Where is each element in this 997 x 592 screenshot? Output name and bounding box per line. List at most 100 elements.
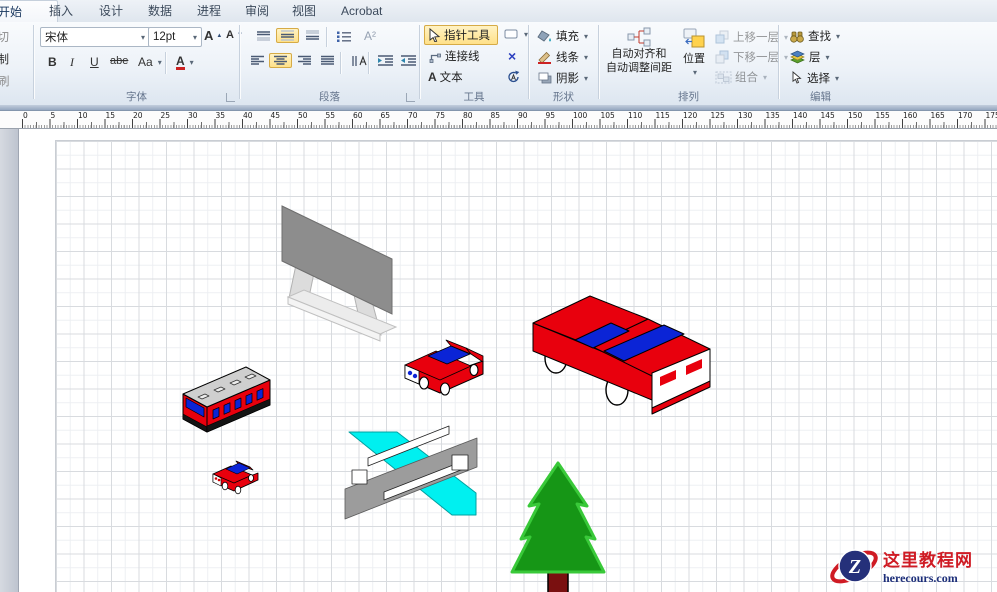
connector-button[interactable]: 连接线 [424,46,484,66]
position-label: 位置 [683,50,705,66]
line-button[interactable]: 线条 ▾ [533,47,592,67]
tab-review[interactable]: 审阅 [234,0,280,22]
ruler-label: 115 [656,111,670,120]
auto-align-label-2: 自动调整间距 [606,62,672,75]
align-justify-button[interactable] [316,53,339,68]
format-painter-button[interactable]: 格式刷 [0,71,14,91]
tab-view[interactable]: 视图 [281,0,327,22]
ruler-label: 170 [958,111,972,120]
chevron-down-icon: ▾ [826,53,830,62]
site-watermark: Z 这里教程网 herecours.com [827,541,995,591]
text-tool-button[interactable]: A 文本 [424,67,467,87]
paragraph-dialog-launcher[interactable] [406,93,415,102]
visio-window: 开始 插入 设计 数据 进程 审阅 视图 Acrobat 剪切 复制 格式刷 宋… [0,0,997,592]
delete-tool-button[interactable]: × [504,46,520,66]
bullet-list-button[interactable] [332,28,356,44]
connector-icon [428,49,442,63]
change-case-button[interactable]: Aa ▾ [134,53,166,71]
tab-design[interactable]: 设计 [88,0,134,22]
car-large-shape[interactable] [533,296,710,414]
align-right-button[interactable] [293,53,316,68]
strikethrough-button[interactable]: abe [106,53,132,69]
font-family-value: 宋体 [45,29,68,45]
chevron-down-icon: ▾ [836,32,840,41]
valign-top-button[interactable] [252,28,275,43]
send-backward-label: 下移一层 [733,49,779,65]
shape-group-label: 形状 [529,89,598,104]
group-editing: 查找 ▾ 层 ▾ 选择 ▾ 编辑 [779,22,862,105]
group-shapes-button[interactable]: 组合 ▾ [711,67,771,87]
group-tools: 指针工具 连接线 A 文本 ▾ × 工具 [420,22,528,105]
car-medium-shape[interactable] [405,340,483,395]
tab-insert[interactable]: 插入 [38,0,84,22]
group-arrange: 自动对齐和 自动调整间距 位置 ▾ 上移一层 ▾ 下移一层 ▾ 组合 ▾ [599,22,778,105]
ribbon: 剪切 复制 格式刷 宋体 ▾ 12pt ▾ A▲ A▼ B I U abe [0,22,997,105]
billboard-sign-shape[interactable] [282,206,396,341]
chevron-down-icon: ▾ [693,68,697,77]
valign-bottom-button[interactable] [301,28,324,43]
tab-acrobat[interactable]: Acrobat [330,0,393,22]
railroad-car-shape[interactable] [183,367,270,432]
font-family-combo[interactable]: 宋体 ▾ [40,27,150,47]
valign-middle-icon [280,30,295,41]
find-binoculars-icon [789,30,805,43]
pine-tree-shape[interactable] [512,463,604,592]
rotate-text-button[interactable] [502,67,525,86]
drawing-canvas[interactable]: Z 这里教程网 herecours.com [0,129,997,592]
ribbon-tab-bar: 开始 插入 设计 数据 进程 审阅 视图 Acrobat [0,0,997,23]
align-center-button[interactable] [269,53,292,68]
italic-button[interactable]: I [66,53,78,72]
select-button[interactable]: 选择 ▾ [785,68,843,88]
ruler-label: 105 [601,111,615,120]
ruler-label: 130 [738,111,752,120]
ruler-label: 45 [271,111,281,120]
ruler-label: 55 [326,111,336,120]
auto-align-button[interactable]: 自动对齐和 自动调整间距 [601,24,677,88]
auto-align-icon [626,27,652,47]
font-color-button[interactable]: A ▾ [172,53,198,72]
shadow-button[interactable]: 阴影 ▾ [533,68,592,88]
position-button[interactable]: 位置 ▾ [673,26,715,86]
bold-button[interactable]: B [44,53,61,71]
line-label: 线条 [556,49,579,65]
bullet-list-icon [336,30,352,42]
horizontal-ruler: 5051015202530354045505560657075808590951… [0,111,997,129]
valign-bottom-icon [305,30,320,41]
auto-align-label-1: 自动对齐和 [612,48,667,61]
ruler-label: 150 [848,111,862,120]
arrange-group-label: 排列 [599,89,778,104]
ruler-label: 80 [463,111,473,120]
font-size-combo[interactable]: 12pt ▾ [148,27,202,47]
group-clipboard: 剪切 复制 格式刷 [0,22,33,105]
fill-button[interactable]: 填充 ▾ [533,26,592,46]
highway-overpass-shape[interactable] [345,426,477,519]
chevron-down-icon: ▾ [584,74,588,83]
change-case-label: Aa [138,55,153,69]
copy-button[interactable]: 复制 [0,49,13,69]
pointer-tool-button[interactable]: 指针工具 [424,25,498,45]
ruler-label: 5 [51,111,56,120]
find-button[interactable]: 查找 ▾ [785,26,844,46]
shapes-layer [0,129,997,592]
underline-button[interactable]: U [86,53,103,71]
cut-button[interactable]: 剪切 [0,27,13,47]
group-shapes-label: 组合 [735,69,758,85]
bring-forward-icon [715,30,730,44]
tab-process[interactable]: 进程 [186,0,232,22]
align-right-icon [297,55,312,66]
pointer-tool-icon [428,28,441,42]
layers-button[interactable]: 层 ▾ [785,47,834,67]
superscript-button[interactable]: A² [360,27,380,45]
decrease-indent-button[interactable] [373,53,398,68]
ruler-label: 70 [408,111,418,120]
font-dialog-launcher[interactable] [226,93,235,102]
ruler-label: 10 [78,111,88,120]
font-color-label: A [176,55,185,70]
ruler-label: 110 [628,111,642,120]
valign-middle-button[interactable] [276,28,299,43]
increase-indent-button[interactable] [396,53,421,68]
tab-data[interactable]: 数据 [137,0,183,22]
car-small-shape[interactable] [213,461,258,494]
editing-group-label: 编辑 [779,89,862,104]
align-left-button[interactable] [246,53,269,68]
